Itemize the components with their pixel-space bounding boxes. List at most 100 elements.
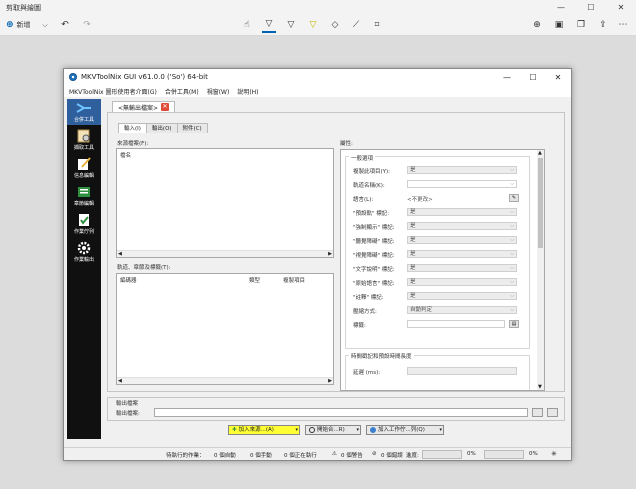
copy-icon[interactable]: ❐ bbox=[574, 17, 588, 33]
menu-help[interactable]: 說明(H) bbox=[237, 87, 258, 96]
scroll-thumb[interactable] bbox=[538, 158, 543, 248]
edit-language-button[interactable]: ✎ bbox=[509, 194, 519, 202]
info-editor-icon bbox=[78, 157, 91, 170]
redo-icon[interactable]: ↷ bbox=[80, 17, 94, 33]
progress-bar-total bbox=[484, 450, 524, 459]
chevron-down-icon[interactable]: ⌵ bbox=[510, 251, 514, 258]
share-icon[interactable]: ⇪ bbox=[596, 17, 610, 33]
scroll-right-icon[interactable]: ▶ bbox=[328, 378, 332, 384]
add-source-files-button[interactable]: ✚ 加入來源...(A) ▾ bbox=[228, 425, 300, 435]
chevron-down-icon[interactable]: ⌵ bbox=[510, 307, 514, 314]
property-combo[interactable]: 是 ⌵ bbox=[407, 222, 517, 230]
property-combo[interactable]: 是 ⌵ bbox=[407, 166, 517, 174]
tab-attachments[interactable]: 附件(C) bbox=[176, 123, 208, 133]
property-input[interactable] bbox=[407, 320, 505, 328]
ballpoint-pen-icon[interactable]: ▽ bbox=[262, 17, 276, 33]
chevron-down-icon[interactable]: ⌵ bbox=[510, 209, 514, 216]
chevron-down-icon[interactable]: ⌵ bbox=[510, 167, 514, 174]
sidebar-label-job-queue: 作業佇列 bbox=[73, 229, 94, 235]
snip-title-bar: 剪取與繪圖 — ☐ ✕ bbox=[0, 0, 636, 14]
more-icon[interactable]: ⋯ bbox=[616, 17, 630, 33]
zoom-icon[interactable]: ⊕ bbox=[530, 17, 544, 33]
tracks-col-codec: 編碼器 bbox=[120, 278, 137, 284]
touch-writing-icon[interactable]: ☝ bbox=[240, 17, 254, 33]
tab-output[interactable]: 輸出(O) bbox=[145, 123, 178, 133]
property-label: 軌道名稱(K): bbox=[353, 183, 385, 189]
property-label: "聽覺障礙" 標記: bbox=[353, 239, 395, 245]
property-label: 複製此項目(Y): bbox=[353, 169, 391, 175]
menu-merge[interactable]: 合併工具(M) bbox=[165, 87, 199, 96]
property-combo[interactable]: ⌵ bbox=[407, 180, 517, 188]
property-combo[interactable]: 是 ⌵ bbox=[407, 208, 517, 216]
property-combo[interactable]: 是 ⌵ bbox=[407, 250, 517, 258]
chevron-down-icon[interactable]: ⌵ bbox=[40, 17, 50, 33]
edit-tags-button[interactable]: ▤ bbox=[509, 320, 519, 328]
chapter-editor-icon bbox=[78, 187, 90, 197]
properties-label: 屬性: bbox=[340, 141, 353, 147]
sidebar-item-job-output[interactable]: 作業輸出 bbox=[67, 239, 101, 265]
mkv-close-icon[interactable]: ✕ bbox=[545, 69, 571, 85]
sidebar-item-merge[interactable]: 合併工具 bbox=[67, 99, 101, 125]
tab-no-output-file[interactable]: <無輸出檔案> ✕ bbox=[112, 101, 176, 112]
snip-app-title: 剪取與繪圖 bbox=[6, 4, 41, 12]
sidebar-item-chapter-editor[interactable]: 章節編輯 bbox=[67, 183, 101, 209]
minimize-icon[interactable]: — bbox=[546, 0, 576, 14]
property-combo[interactable]: 是 ⌵ bbox=[407, 278, 517, 286]
chevron-down-icon[interactable]: ▾ bbox=[356, 426, 359, 434]
property-combo[interactable]: 自動判定 ⌵ bbox=[407, 306, 517, 314]
chevron-down-icon[interactable]: ⌵ bbox=[510, 265, 514, 272]
job-queue-icon bbox=[79, 214, 89, 226]
pencil-icon[interactable]: ▽ bbox=[284, 17, 298, 33]
tracks-hscroll[interactable]: ◀ ▶ bbox=[117, 377, 333, 384]
save-icon[interactable]: ▣ bbox=[552, 17, 566, 33]
scroll-left-icon[interactable]: ◀ bbox=[118, 378, 122, 384]
highlighter-icon[interactable]: ▽ bbox=[306, 17, 320, 33]
source-hscroll[interactable]: ◀ ▶ bbox=[117, 250, 333, 257]
chevron-down-icon[interactable]: ⌵ bbox=[510, 181, 514, 188]
sidebar-item-job-queue[interactable]: 作業佇列 bbox=[67, 211, 101, 237]
chevron-down-icon[interactable]: ▾ bbox=[439, 426, 442, 434]
source-files-list[interactable]: 檔名 ◀ ▶ bbox=[116, 148, 334, 258]
tracks-list[interactable]: 編碼器 類型 複製項目 ◀ ▶ bbox=[116, 273, 334, 385]
mkv-maximize-icon[interactable]: ☐ bbox=[520, 69, 546, 85]
property-combo[interactable]: 是 ⌵ bbox=[407, 264, 517, 272]
source-col-filename: 檔名 bbox=[120, 153, 132, 159]
property-combo[interactable]: 是 ⌵ bbox=[407, 236, 517, 244]
delay-input[interactable] bbox=[407, 367, 517, 375]
menu-mkvtoolnix[interactable]: MKVToolNix 圖形使用者介面(G) bbox=[69, 87, 157, 96]
menu-window[interactable]: 視窗(W) bbox=[207, 87, 230, 96]
chevron-down-icon[interactable]: ▾ bbox=[295, 426, 298, 434]
undo-icon[interactable]: ↶ bbox=[58, 17, 72, 33]
maximize-icon[interactable]: ☐ bbox=[576, 0, 606, 14]
scroll-left-icon[interactable]: ◀ bbox=[118, 251, 122, 257]
progress-label: 進度: bbox=[406, 453, 419, 459]
chevron-down-icon[interactable]: ⌵ bbox=[510, 279, 514, 286]
output-file-input[interactable] bbox=[154, 408, 528, 417]
properties-vscroll[interactable]: ▲ ▼ bbox=[537, 150, 544, 390]
close-tab-icon[interactable]: ✕ bbox=[161, 103, 170, 111]
tab-input[interactable]: 輸入(I) bbox=[118, 123, 147, 133]
scroll-down-icon[interactable]: ▼ bbox=[538, 384, 542, 390]
property-value: 是 bbox=[410, 265, 416, 271]
browse-folder-icon[interactable] bbox=[532, 408, 543, 417]
output-menu-icon[interactable] bbox=[547, 408, 558, 417]
sidebar-item-info-editor[interactable]: 信息編輯 bbox=[67, 155, 101, 181]
eraser-icon[interactable]: ◇ bbox=[328, 17, 342, 33]
mkv-minimize-icon[interactable]: — bbox=[494, 69, 520, 85]
chevron-down-icon[interactable]: ⌵ bbox=[510, 293, 514, 300]
scroll-up-icon[interactable]: ▲ bbox=[538, 150, 542, 156]
crop-icon[interactable]: ⌗ bbox=[370, 17, 384, 33]
chevron-down-icon[interactable]: ⌵ bbox=[510, 237, 514, 244]
chevron-down-icon[interactable]: ⌵ bbox=[510, 223, 514, 230]
close-icon[interactable]: ✕ bbox=[606, 0, 636, 14]
property-combo[interactable]: 是 ⌵ bbox=[407, 292, 517, 300]
start-multiplexing-button[interactable]: 開始合...R) ▾ bbox=[305, 425, 361, 435]
ruler-icon[interactable]: ⟋ bbox=[349, 17, 363, 33]
add-to-job-queue-button[interactable]: 加入工作佇...列(Q) ▾ bbox=[366, 425, 444, 435]
property-label: "預設軌" 標記: bbox=[353, 211, 390, 217]
scroll-right-icon[interactable]: ▶ bbox=[328, 251, 332, 257]
property-label: "視覺障礙" 標記: bbox=[353, 253, 395, 259]
sub-tab-bar: 輸入(I) 輸出(O) 附件(C) bbox=[118, 123, 208, 133]
sidebar-item-extract[interactable]: 擷取工具 bbox=[67, 127, 101, 153]
mkv-menu-bar: MKVToolNix 圖形使用者介面(G) 合併工具(M) 視窗(W) 說明(H… bbox=[64, 85, 571, 97]
